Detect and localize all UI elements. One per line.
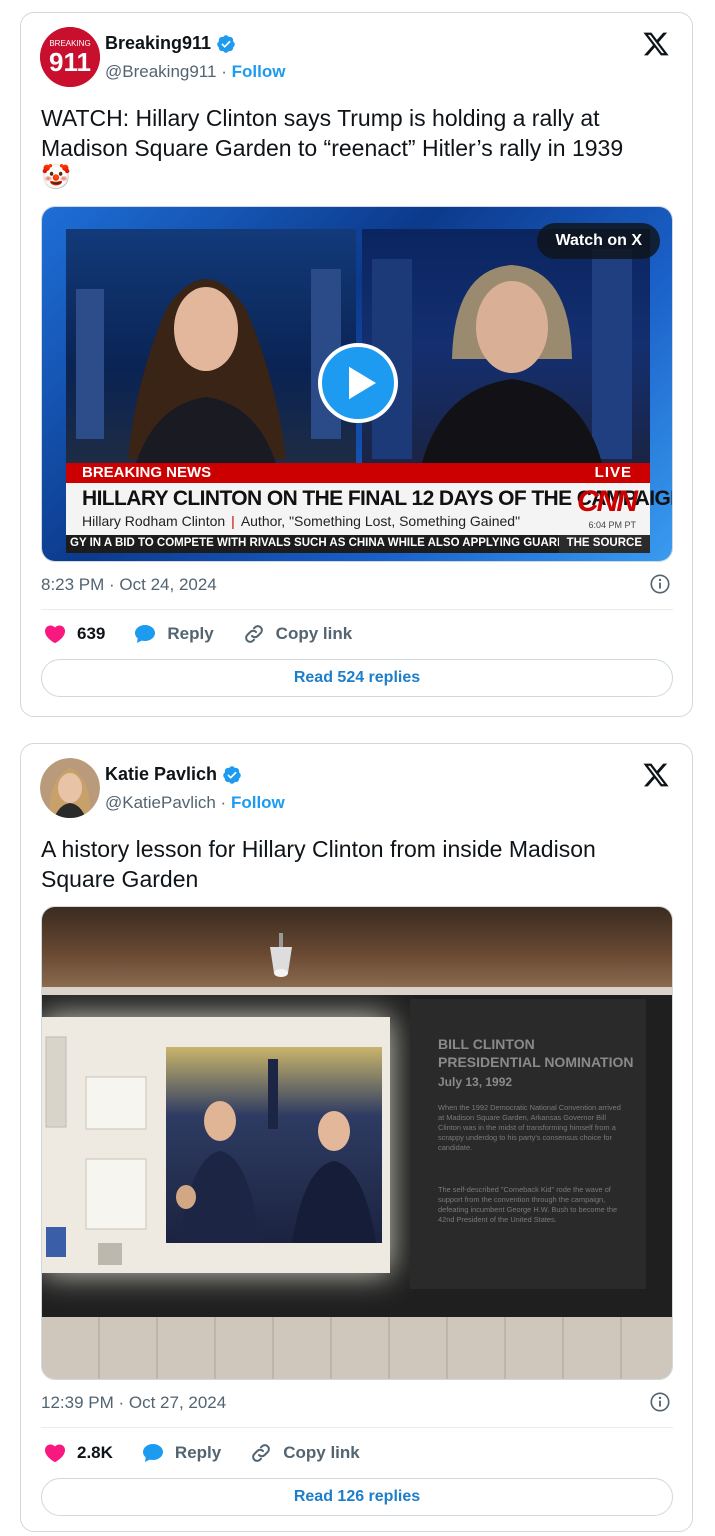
tweet-text: WATCH: Hillary Clinton says Trump is hol…: [41, 103, 681, 193]
link-icon: [244, 625, 263, 643]
tweet-text-line: Square Garden: [41, 866, 199, 892]
placard-title: BILL CLINTON PRESIDENTIAL NOMINATION: [438, 1035, 638, 1071]
spotlight-icon: [270, 933, 292, 977]
ticker-source: THE SOURCE: [558, 535, 650, 553]
chyron-role: Author, "Something Lost, Something Gaine…: [240, 513, 521, 529]
news-ticker: GY IN A BID TO COMPETE WITH RIVALS SUCH …: [66, 535, 650, 553]
handle[interactable]: @KatiePavlich: [105, 793, 216, 812]
verified-badge-icon: [217, 34, 235, 53]
link-icon: [252, 1444, 271, 1462]
ceiling: [42, 907, 672, 987]
like-count: 2.8K: [77, 1443, 113, 1462]
watch-on-x-button[interactable]: Watch on X: [537, 223, 660, 259]
copy-link-label: Copy link: [275, 624, 353, 643]
tweet-text-line: A history lesson for Hillary Clinton fro…: [41, 836, 596, 862]
tweet-card-breaking911[interactable]: BREAKING 911 Breaking911 @Breaking911 · …: [20, 12, 693, 717]
author-name[interactable]: Katie Pavlich: [105, 764, 217, 785]
x-logo-icon[interactable]: [642, 30, 670, 58]
reply-bubble-icon: [142, 1444, 163, 1462]
handle[interactable]: @Breaking911: [105, 62, 216, 81]
like-button[interactable]: 2.8K: [43, 1441, 113, 1465]
anchor-figure-icon: [76, 269, 341, 463]
reply-label: Reply: [167, 624, 214, 643]
ticker-text: GY IN A BID TO COMPETE WITH RIVALS SUCH …: [70, 537, 561, 549]
divider: [41, 1427, 673, 1428]
video-panel-right: [362, 229, 650, 463]
author-name[interactable]: Breaking911: [105, 33, 211, 54]
tweet-text-line: Madison Square Garden to “reenact” Hitle…: [41, 135, 624, 161]
guest-figure-icon: [372, 249, 632, 463]
broadcast-time: 6:04 PM PT: [588, 520, 636, 530]
placard-body: When the 1992 Democratic National Conven…: [438, 1103, 621, 1152]
action-bar: 2.8K Reply Copy link: [43, 1441, 388, 1465]
placard-title-line: PRESIDENTIAL NOMINATION: [438, 1054, 634, 1070]
heart-icon: [44, 1444, 66, 1463]
avatar-text-main: 911: [49, 47, 91, 77]
copy-link-button[interactable]: Copy link: [249, 1441, 360, 1465]
video-player[interactable]: Watch on X BREAKING NEWS LIVE HILLARY CL…: [41, 206, 673, 562]
breaking-news-label: BREAKING NEWS: [82, 464, 212, 481]
timestamp[interactable]: 8:23 PM · Oct 24, 2024: [41, 575, 217, 594]
copy-link-button[interactable]: Copy link: [242, 622, 353, 646]
follow-button[interactable]: Follow: [231, 793, 285, 812]
like-count: 639: [77, 624, 106, 643]
like-button[interactable]: 639: [43, 622, 105, 646]
action-bar: 639 Reply Copy link: [43, 622, 380, 646]
verified-badge-icon: [223, 765, 241, 784]
separator: ·: [220, 793, 227, 812]
reply-button[interactable]: Reply: [133, 622, 214, 646]
chyron-subline: Hillary Rodham Clinton | Author, "Somethin…: [82, 513, 520, 529]
tweet-card-katiepavlich[interactable]: Katie Pavlich @KatiePavlich · Follow A h…: [20, 743, 693, 1532]
read-replies-button[interactable]: Read 524 replies: [41, 659, 673, 697]
reply-bubble-icon: [135, 625, 156, 643]
chyron-name: Hillary Rodham Clinton: [82, 513, 226, 529]
clown-emoji-icon: 🤡: [41, 164, 71, 191]
convention-photo-icon: [176, 1059, 376, 1243]
wall-paneling: [42, 1317, 672, 1379]
breaking911-logo-icon: BREAKING 911: [40, 27, 100, 87]
lower-third: HILLARY CLINTON ON THE FINAL 12 DAYS OF …: [66, 483, 672, 535]
heart-icon: [44, 625, 66, 644]
video-panel-left: [66, 229, 356, 463]
framed-photo: [166, 1047, 382, 1243]
tweet-text: A history lesson for Hillary Clinton fro…: [41, 834, 681, 894]
read-replies-button[interactable]: Read 126 replies: [41, 1478, 673, 1516]
avatar[interactable]: BREAKING 911: [40, 27, 100, 87]
tweet-text-line: WATCH: Hillary Clinton says Trump is hol…: [41, 105, 600, 131]
play-icon[interactable]: [318, 343, 398, 423]
timestamp-row: 12:39 PM · Oct 27, 2024: [41, 1391, 673, 1413]
exhibit-placard: BILL CLINTON PRESIDENTIAL NOMINATION Jul…: [410, 999, 646, 1289]
info-icon[interactable]: [649, 573, 671, 595]
breaking-news-strip: BREAKING NEWS LIVE: [66, 463, 650, 483]
avatar[interactable]: [40, 758, 100, 818]
x-logo-icon[interactable]: [642, 761, 670, 789]
timestamp[interactable]: 12:39 PM · Oct 27, 2024: [41, 1393, 226, 1412]
timestamp-row: 8:23 PM · Oct 24, 2024: [41, 573, 673, 595]
info-icon[interactable]: [649, 1391, 671, 1413]
separator: ·: [221, 62, 227, 81]
profile-photo-icon: [40, 758, 100, 818]
chyron-separator: |: [231, 513, 235, 529]
cnn-logo-icon: CNN: [577, 485, 638, 518]
live-label: LIVE: [594, 464, 632, 481]
placard-body: The self-described "Comeback Kid" rode t…: [438, 1185, 618, 1224]
placard-date: July 13, 1992: [438, 1075, 513, 1089]
reply-button[interactable]: Reply: [141, 1441, 221, 1465]
reply-label: Reply: [174, 1443, 222, 1462]
follow-button[interactable]: Follow: [232, 62, 286, 81]
photo[interactable]: BILL CLINTON PRESIDENTIAL NOMINATION Jul…: [41, 906, 673, 1380]
placard-title-line: BILL CLINTON: [438, 1036, 535, 1052]
divider: [41, 609, 673, 610]
copy-link-label: Copy link: [283, 1443, 360, 1462]
